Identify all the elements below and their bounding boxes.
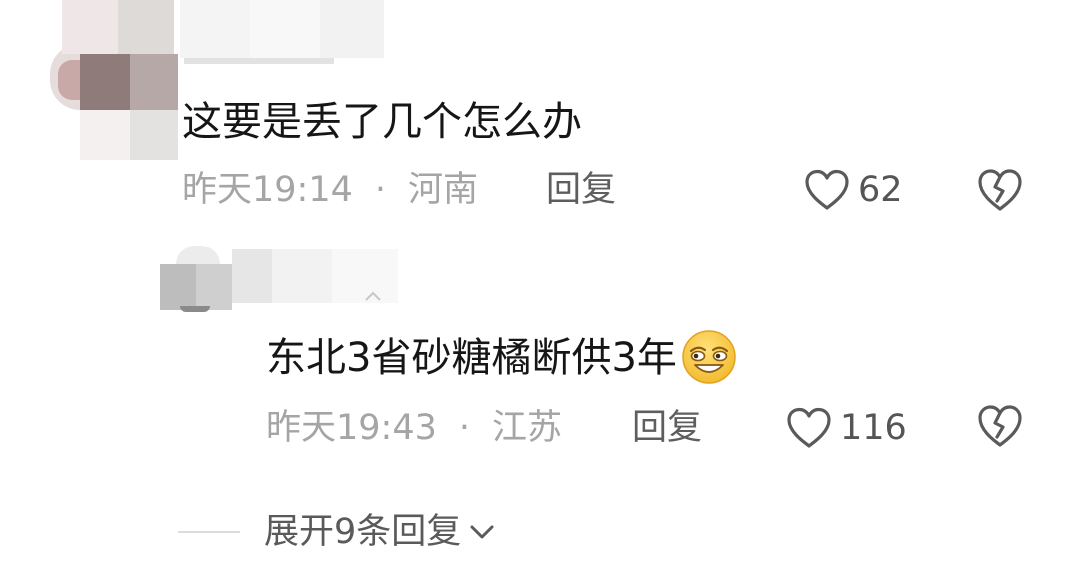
- reply-text: 东北3省砂糖橘断供3年: [266, 330, 737, 388]
- broken-heart-icon: [978, 169, 1022, 211]
- comment-text: 这要是丢了几个怎么办: [182, 99, 582, 145]
- dislike-button[interactable]: [976, 404, 1024, 448]
- comment-meta: 昨天19:14 · 河南: [182, 170, 478, 210]
- reply-meta: 昨天19:43 · 江苏: [266, 408, 562, 448]
- comment-time: 昨天19:14: [182, 170, 353, 210]
- expand-replies-label: 展开9条回复: [264, 512, 462, 552]
- reply-button[interactable]: 回复: [632, 408, 702, 448]
- meta-separator: ·: [458, 408, 471, 448]
- expand-divider: [178, 531, 240, 533]
- username[interactable]: [180, 0, 390, 64]
- like-button[interactable]: 116: [786, 406, 907, 450]
- reply-time: 昨天19:43: [266, 408, 437, 448]
- comment-location: 河南: [408, 170, 479, 210]
- smirk-emoji-icon: [682, 330, 736, 384]
- reply-text-content: 东北3省砂糖橘断供3年: [266, 335, 677, 381]
- expand-replies-button[interactable]: 展开9条回复: [264, 510, 495, 554]
- avatar[interactable]: [50, 0, 182, 160]
- heart-icon: [805, 169, 849, 210]
- like-count: 116: [840, 408, 907, 448]
- heart-icon: [787, 407, 831, 448]
- like-count: 62: [858, 170, 903, 210]
- broken-heart-icon: [978, 405, 1022, 447]
- dislike-button[interactable]: [976, 168, 1024, 212]
- reply-to-arrow-icon: [365, 291, 381, 301]
- reply-location: 江苏: [492, 408, 563, 448]
- like-button[interactable]: 62: [804, 168, 903, 212]
- meta-separator: ·: [374, 170, 387, 210]
- reply-button[interactable]: 回复: [546, 170, 616, 210]
- chevron-down-icon: [470, 525, 494, 539]
- reply-avatar[interactable]: [160, 240, 232, 314]
